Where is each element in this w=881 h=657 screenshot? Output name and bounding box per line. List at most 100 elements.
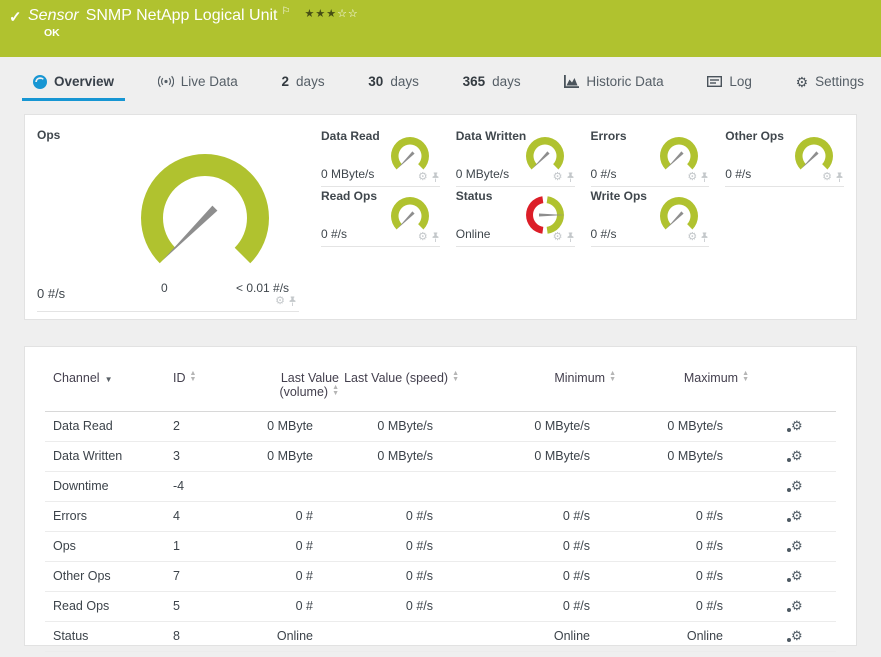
sort-icon: ▲▼: [332, 385, 339, 397]
tab-label: days: [492, 74, 521, 89]
pin-icon[interactable]: [835, 172, 844, 183]
column-header-id[interactable]: ID▲▼: [170, 361, 240, 412]
minimum-value: 0 #/s: [459, 532, 616, 562]
ops-gauge: [125, 134, 285, 294]
gauge-cell-data-written: Data Written 0 MByte/s ⚙: [456, 127, 575, 187]
maximum-value: 0 #/s: [616, 652, 749, 657]
pin-icon[interactable]: [700, 172, 709, 183]
last-value-speed: [339, 622, 459, 652]
pin-icon[interactable]: [288, 296, 297, 307]
column-header-channel[interactable]: Channel▼: [45, 361, 170, 412]
pin-icon[interactable]: [431, 232, 440, 243]
tab-2-days[interactable]: 2 days: [271, 65, 336, 101]
gauge-needle: [163, 206, 218, 261]
channel-settings-gear-icon[interactable]: ⚙: [791, 539, 803, 552]
channel-settings-gear-icon[interactable]: ⚙: [791, 569, 803, 582]
tab-log[interactable]: Log: [696, 65, 763, 101]
empty-cell: [725, 187, 844, 247]
table-row: Errors 4 0 # 0 #/s 0 #/s 0 #/s ⚙: [45, 502, 836, 532]
channel-settings-gear-icon[interactable]: ⚙: [791, 449, 803, 462]
column-label: Maximum: [684, 371, 738, 385]
channel-name: Read Ops: [45, 592, 170, 622]
object-kind-label: Sensor: [28, 7, 79, 25]
channel-gear-icon[interactable]: ⚙: [687, 172, 697, 183]
maximum-value: 0 #/s: [616, 592, 749, 622]
channels-panel: Channel▼ ID▲▼ Last Value (volume)▲▼ Last…: [24, 346, 857, 646]
last-value-speed: 0 #/s: [339, 652, 459, 657]
table-row: Downtime -4 ⚙: [45, 472, 836, 502]
channel-settings-gear-icon[interactable]: ⚙: [791, 629, 803, 642]
last-value-volume: [240, 472, 339, 502]
channel-gear-icon[interactable]: ⚙: [687, 232, 697, 243]
settings-gear-icon: ⚙: [796, 75, 809, 89]
tab-label: days: [390, 74, 419, 89]
last-value-volume: 0 MByte: [240, 412, 339, 442]
tab-live-data[interactable]: Live Data: [147, 65, 249, 101]
gauge-label: Ops: [37, 128, 60, 142]
flag-icon[interactable]: ⚐: [282, 7, 291, 17]
tab-label: Live Data: [181, 74, 238, 89]
minimum-value: 0 MByte/s: [459, 442, 616, 472]
column-header-minimum[interactable]: Minimum▲▼: [459, 361, 616, 412]
gauge-cell-other-ops: Other Ops 0 #/s ⚙: [725, 127, 844, 187]
column-header-maximum[interactable]: Maximum▲▼: [616, 361, 749, 412]
table-row: Status 8 Online Online Online ⚙: [45, 622, 836, 652]
gauges-panel: Ops 0 #/s 0 < 0.01 #/s ⚙ Data Read 0 MBy…: [24, 114, 857, 320]
channel-gear-icon[interactable]: ⚙: [418, 232, 428, 243]
tab-365-days[interactable]: 365 days: [452, 65, 532, 101]
last-value-volume: 0 #: [240, 562, 339, 592]
minimum-value: 0 #/s: [459, 592, 616, 622]
channel-settings-gear-icon[interactable]: ⚙: [791, 479, 803, 492]
tab-number: 30: [368, 74, 383, 89]
gauge-scale-min: 0: [161, 281, 168, 295]
tab-settings[interactable]: ⚙ Settings: [785, 65, 875, 101]
tab-overview[interactable]: Overview: [22, 65, 125, 101]
column-header-last-value-volume[interactable]: Last Value (volume)▲▼: [240, 361, 339, 412]
column-header-last-value-speed[interactable]: Last Value (speed)▲▼: [339, 361, 459, 412]
channel-id: 8: [170, 622, 240, 652]
maximum-value: [616, 472, 749, 502]
priority-stars[interactable]: ★★★☆☆: [304, 7, 358, 21]
channel-gear-icon[interactable]: ⚙: [275, 296, 285, 307]
tab-historic-data[interactable]: Historic Data: [553, 65, 674, 101]
sort-desc-icon: ▼: [105, 375, 113, 384]
channel-name: Ops: [45, 532, 170, 562]
tab-label: Historic Data: [586, 74, 663, 89]
channel-settings-gear-icon[interactable]: ⚙: [791, 509, 803, 522]
table-row: Ops 1 0 # 0 #/s 0 #/s 0 #/s ⚙: [45, 532, 836, 562]
channel-settings-gear-icon[interactable]: ⚙: [791, 599, 803, 612]
minimum-value: 0 MByte/s: [459, 412, 616, 442]
gauge-scale-max: < 0.01 #/s: [236, 281, 289, 295]
channel-gear-icon[interactable]: ⚙: [553, 172, 563, 183]
column-label: Last Value (speed): [344, 371, 448, 385]
gauge-cell-read-ops: Read Ops 0 #/s ⚙: [321, 187, 440, 247]
gauge-label: Data Written: [456, 129, 526, 143]
pin-icon[interactable]: [431, 172, 440, 183]
gauge-label: Errors: [591, 129, 627, 143]
pin-icon[interactable]: [566, 232, 575, 243]
pin-icon[interactable]: [566, 172, 575, 183]
last-value-speed: [339, 472, 459, 502]
last-value-volume: 0 #: [240, 652, 339, 657]
last-value-speed: 0 #/s: [339, 532, 459, 562]
table-row: Data Read 2 0 MByte 0 MByte/s 0 MByte/s …: [45, 412, 836, 442]
gauge-cell-errors: Errors 0 #/s ⚙: [591, 127, 710, 187]
tab-30-days[interactable]: 30 days: [357, 65, 430, 101]
tab-label: days: [296, 74, 325, 89]
stars-filled[interactable]: ★★★: [304, 8, 337, 20]
channel-gear-icon[interactable]: ⚙: [822, 172, 832, 183]
gauge-cell-data-read: Data Read 0 MByte/s ⚙: [321, 127, 440, 187]
maximum-value: 0 MByte/s: [616, 442, 749, 472]
last-value-speed: 0 #/s: [339, 562, 459, 592]
channel-gear-icon[interactable]: ⚙: [553, 232, 563, 243]
channel-id: 7: [170, 562, 240, 592]
channel-id: 1: [170, 532, 240, 562]
pin-icon[interactable]: [700, 232, 709, 243]
channel-name: Errors: [45, 502, 170, 532]
channel-settings-gear-icon[interactable]: ⚙: [791, 419, 803, 432]
channel-gear-icon[interactable]: ⚙: [418, 172, 428, 183]
stars-empty[interactable]: ☆☆: [337, 8, 359, 20]
channel-id: 2: [170, 412, 240, 442]
table-row: Data Written 3 0 MByte 0 MByte/s 0 MByte…: [45, 442, 836, 472]
gauge-value: 0 #/s: [321, 227, 347, 241]
